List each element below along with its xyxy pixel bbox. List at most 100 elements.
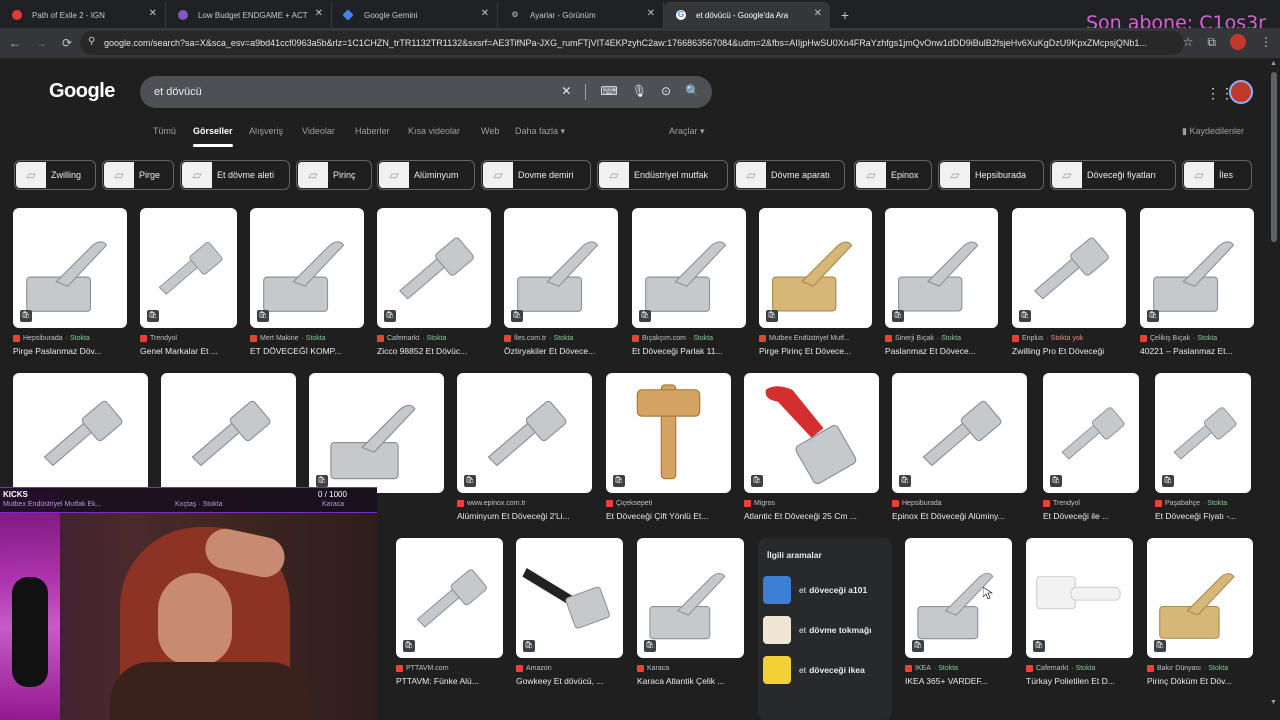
new-tab-button[interactable]: + bbox=[832, 2, 858, 28]
tab-all[interactable]: Tümü bbox=[153, 126, 176, 136]
result-thumbnail[interactable] bbox=[309, 373, 444, 493]
account-avatar[interactable] bbox=[1229, 80, 1253, 104]
profile-avatar[interactable] bbox=[1230, 34, 1246, 50]
page-scrollbar[interactable]: ▲ ▼ bbox=[1270, 58, 1278, 706]
chip-dovme-aparati[interactable]: ▱ Dövme aparatı bbox=[734, 160, 845, 190]
result-title[interactable]: Türkay Polietilen Et D... bbox=[1026, 676, 1133, 686]
result-title[interactable]: Et Döveceği Parlak 11... bbox=[632, 346, 746, 356]
bookmark-star-icon[interactable]: ☆ bbox=[1183, 35, 1194, 49]
tools-label: Araçlar bbox=[669, 126, 698, 136]
result-title[interactable]: Öztiryakiler Et Dövece... bbox=[504, 346, 618, 356]
result-title[interactable]: Pirge Paslanmaz Döv... bbox=[13, 346, 127, 356]
tab-more[interactable]: Daha fazla ▾ bbox=[515, 126, 565, 137]
close-tab-icon[interactable]: ✕ bbox=[481, 8, 489, 19]
scrollbar-thumb[interactable] bbox=[1271, 72, 1277, 242]
chip-doveceği-fiyatlari[interactable]: ▱ Döveceği fiyatları bbox=[1050, 160, 1176, 190]
tab-shopping[interactable]: Alışveriş bbox=[249, 126, 283, 136]
result-title[interactable]: Karaca Atlantik Çelik ... bbox=[637, 676, 744, 686]
result-title[interactable]: Et Döveceği Çift Yönlü Et... bbox=[606, 511, 731, 521]
search-input[interactable]: et dövücü ✕ ⌨ 🎙 ⊙ 🔍 bbox=[140, 76, 712, 108]
chip-dovme-demiri[interactable]: ▱ Dovme demiri bbox=[481, 160, 591, 190]
scroll-down-icon[interactable]: ▼ bbox=[1270, 699, 1277, 706]
tab-gemini[interactable]: Google Gemini ✕ bbox=[332, 2, 498, 28]
search-icon[interactable]: 🔍 bbox=[685, 84, 700, 100]
chip-hepsiburada[interactable]: ▱ Hepsiburada bbox=[938, 160, 1044, 190]
close-tab-icon[interactable]: ✕ bbox=[149, 8, 157, 19]
result-title[interactable]: Zwilling Pro Et Döveceği bbox=[1012, 346, 1126, 356]
result-source: Çiçeksepeti bbox=[606, 498, 731, 508]
result-thumbnail[interactable] bbox=[161, 373, 296, 493]
chip-epinox[interactable]: ▱ Epinox bbox=[854, 160, 932, 190]
microphone-icon[interactable]: 🎙 bbox=[632, 84, 647, 100]
site-info-icon[interactable]: ⚲ bbox=[88, 36, 95, 47]
tab-path-of-exile[interactable]: Path of Exile 2 - IGN ✕ bbox=[0, 2, 166, 28]
result-title[interactable]: PTTAVM: Fünke Alü... bbox=[396, 676, 503, 686]
chip-et-dovme-aleti[interactable]: ▱ Et dövme aleti bbox=[180, 160, 290, 190]
streamer-face bbox=[158, 573, 232, 665]
keyboard-icon[interactable]: ⌨ bbox=[600, 84, 617, 100]
result-thumbnail[interactable] bbox=[744, 373, 879, 493]
result-thumbnail[interactable] bbox=[892, 373, 1027, 493]
close-tab-icon[interactable]: ✕ bbox=[315, 8, 323, 19]
result-thumbnail[interactable] bbox=[13, 373, 148, 493]
reload-icon[interactable]: ⟳ bbox=[56, 32, 78, 54]
result-title[interactable]: Zicco 98852 Et Dövüc... bbox=[377, 346, 491, 356]
webcam-overlay bbox=[0, 487, 377, 720]
result-title[interactable]: ET DÖVECEĞİ KOMP... bbox=[250, 346, 364, 356]
microphone-image bbox=[12, 577, 48, 687]
chip-pirinc[interactable]: ▱ Pirinç bbox=[296, 160, 372, 190]
forward-arrow-icon[interactable]: → bbox=[30, 32, 52, 54]
chip-aluminyum[interactable]: ▱ Alüminyum bbox=[377, 160, 475, 190]
shopping-tag-icon: 🛍 bbox=[257, 310, 269, 322]
shopping-tag-icon: 🛍 bbox=[523, 640, 535, 652]
result-title[interactable]: Alüminyum Et Döveceği 2'Li... bbox=[457, 511, 592, 521]
close-tab-icon[interactable]: ✕ bbox=[814, 8, 822, 19]
tools-button[interactable]: Araçlar ▾ bbox=[669, 126, 705, 137]
close-tab-icon[interactable]: ✕ bbox=[647, 8, 655, 19]
result-title[interactable]: Paslanmaz Et Dövece... bbox=[885, 346, 998, 356]
result-title[interactable]: Et Döveceği ile ... bbox=[1043, 511, 1139, 521]
related-bold: dövme tokmağı bbox=[809, 625, 872, 635]
google-logo[interactable]: Google bbox=[49, 80, 115, 103]
result-source: İles.com.tr · Stokta bbox=[504, 333, 618, 343]
address-bar[interactable]: ⚲ google.com/search?sa=X&sca_esv=a9bd41c… bbox=[80, 31, 1184, 55]
saved-button[interactable]: ▮ Kaydedilenler bbox=[1182, 126, 1244, 137]
shopping-tag-icon: 🛍 bbox=[147, 310, 159, 322]
back-arrow-icon[interactable]: ← bbox=[4, 32, 26, 54]
menu-dots-icon[interactable]: ⋮ bbox=[1260, 35, 1272, 49]
chip-thumb: ▱ bbox=[856, 162, 886, 188]
scroll-up-icon[interactable]: ▲ bbox=[1270, 60, 1277, 67]
chip-iles[interactable]: ▱ İles bbox=[1182, 160, 1252, 190]
tab-short-videos[interactable]: Kısa videolar bbox=[408, 126, 460, 136]
tab-google-search[interactable]: G et dövücü - Google'da Ara ✕ bbox=[664, 2, 830, 28]
result-source: Trendyol bbox=[1043, 498, 1139, 508]
chip-endustriyel-mutfak[interactable]: ▱ Endüstriyel mutfak bbox=[597, 160, 728, 190]
tab-web[interactable]: Web bbox=[481, 126, 499, 136]
result-title[interactable]: Atlantic Et Döveceği 25 Cm ... bbox=[744, 511, 879, 521]
related-item[interactable]: et dövme tokmağı bbox=[763, 614, 887, 646]
tab-low-budget[interactable]: Low Budget ENDGAME + ACT ✕ bbox=[166, 2, 332, 28]
result-title[interactable]: Pirinç Döküm Et Döv... bbox=[1147, 676, 1253, 686]
extensions-icon[interactable]: ⧉ bbox=[1207, 35, 1216, 50]
result-title[interactable]: Genel Markalar Et ... bbox=[140, 346, 237, 356]
result-title[interactable]: 40221 – Paslanmaz Et... bbox=[1140, 346, 1254, 356]
chip-zwilling[interactable]: ▱ Zwilling bbox=[14, 160, 96, 190]
result-thumbnail[interactable] bbox=[606, 373, 731, 493]
lens-icon[interactable]: ⊙ bbox=[661, 84, 671, 100]
tab-videos[interactable]: Videolar bbox=[302, 126, 335, 136]
result-title[interactable]: Gowkeey Et dövücü, ... bbox=[516, 676, 623, 686]
divider bbox=[585, 84, 587, 100]
related-item[interactable]: et döveceği ikea bbox=[763, 654, 887, 686]
ign-favicon-icon bbox=[12, 10, 22, 20]
result-title[interactable]: Et Döveceği Fiyatı -... bbox=[1155, 511, 1251, 521]
tab-images[interactable]: Görseller bbox=[193, 126, 233, 147]
result-thumbnail[interactable] bbox=[457, 373, 592, 493]
tab-settings[interactable]: ⚙ Ayarlar - Görünüm ✕ bbox=[498, 2, 664, 28]
chip-pirge[interactable]: ▱ Pirge bbox=[102, 160, 174, 190]
related-item[interactable]: et döveceği a101 bbox=[763, 574, 887, 606]
result-title[interactable]: Epinox Et Döveceği Alüminy... bbox=[892, 511, 1027, 521]
clear-icon[interactable]: ✕ bbox=[561, 84, 571, 100]
tab-news[interactable]: Haberler bbox=[355, 126, 390, 136]
result-title[interactable]: Pirge Pirinç Et Dövece... bbox=[759, 346, 872, 356]
result-title[interactable]: IKEA 365+ VARDEF... bbox=[905, 676, 1012, 686]
